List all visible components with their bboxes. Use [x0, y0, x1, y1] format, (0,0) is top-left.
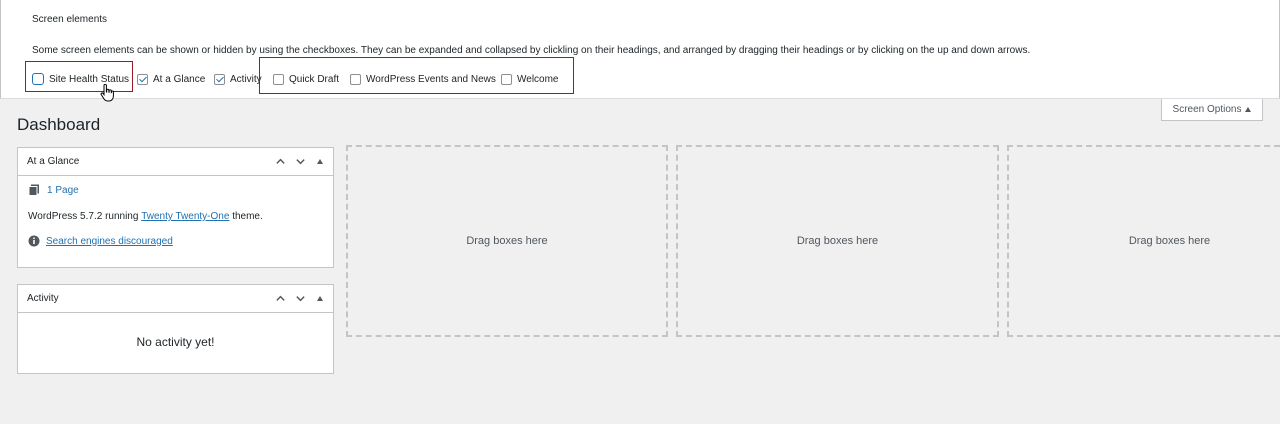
move-down-icon[interactable]: [293, 155, 307, 169]
pages-count-link[interactable]: 1 Page: [47, 185, 79, 196]
screen-options-toggle-button[interactable]: Screen Options: [1161, 99, 1263, 121]
checkbox-label: At a Glance: [153, 73, 206, 85]
move-up-icon[interactable]: [273, 292, 287, 306]
move-down-icon[interactable]: [293, 292, 307, 306]
highlight-box-right: [259, 57, 574, 94]
widget-title: Activity: [27, 293, 59, 304]
widget-title: At a Glance: [27, 156, 80, 167]
at-a-glance-widget: At a Glance 1 Page WordPress 5.7.2 runni…: [17, 147, 334, 268]
widget-header[interactable]: At a Glance: [18, 148, 333, 176]
activity-widget: Activity No activity yet!: [17, 284, 334, 374]
page-title: Dashboard: [17, 115, 101, 134]
drop-zone-label: Drag boxes here: [1128, 235, 1211, 247]
pages-icon: [28, 184, 39, 196]
no-activity-message: No activity yet!: [136, 335, 215, 349]
version-suffix: theme.: [229, 211, 263, 222]
search-engines-discouraged-link[interactable]: Search engines discouraged: [46, 236, 173, 247]
checkbox-label: Activity: [230, 73, 262, 85]
checkbox-at-a-glance[interactable]: At a Glance: [137, 71, 205, 87]
checkbox-box[interactable]: [214, 73, 225, 85]
screen-options-description: Some screen elements can be shown or hid…: [32, 45, 1031, 56]
highlight-box-left: [25, 61, 133, 92]
move-up-icon[interactable]: [273, 155, 287, 169]
checkbox-box[interactable]: [137, 73, 148, 85]
drop-zone[interactable]: Drag boxes here: [1007, 145, 1280, 337]
drop-zone[interactable]: Drag boxes here: [346, 145, 668, 337]
toggle-panel-icon[interactable]: [313, 155, 327, 169]
toggle-panel-icon[interactable]: [313, 292, 327, 306]
drop-zone-label: Drag boxes here: [796, 235, 879, 247]
hand-cursor-icon: [100, 84, 114, 102]
theme-link[interactable]: Twenty Twenty-One: [141, 211, 229, 222]
info-icon: [28, 235, 40, 247]
version-prefix: WordPress 5.7.2 running: [28, 211, 142, 222]
screen-options-toggle-label: Screen Options: [1172, 104, 1242, 115]
screen-options-title: Screen elements: [32, 14, 108, 25]
widget-header[interactable]: Activity: [18, 285, 333, 313]
search-engines-notice: Search engines discouraged: [28, 235, 173, 247]
pages-count-item: 1 Page: [28, 184, 79, 196]
screen-options-panel: Screen elements Some screen elements can…: [0, 0, 1280, 99]
caret-up-icon: [1245, 107, 1252, 112]
drop-zone[interactable]: Drag boxes here: [676, 145, 999, 337]
drop-zone-label: Drag boxes here: [466, 235, 548, 247]
wordpress-version-text: WordPress 5.7.2 running Twenty Twenty-On…: [28, 211, 263, 222]
checkbox-activity[interactable]: Activity: [214, 71, 262, 87]
